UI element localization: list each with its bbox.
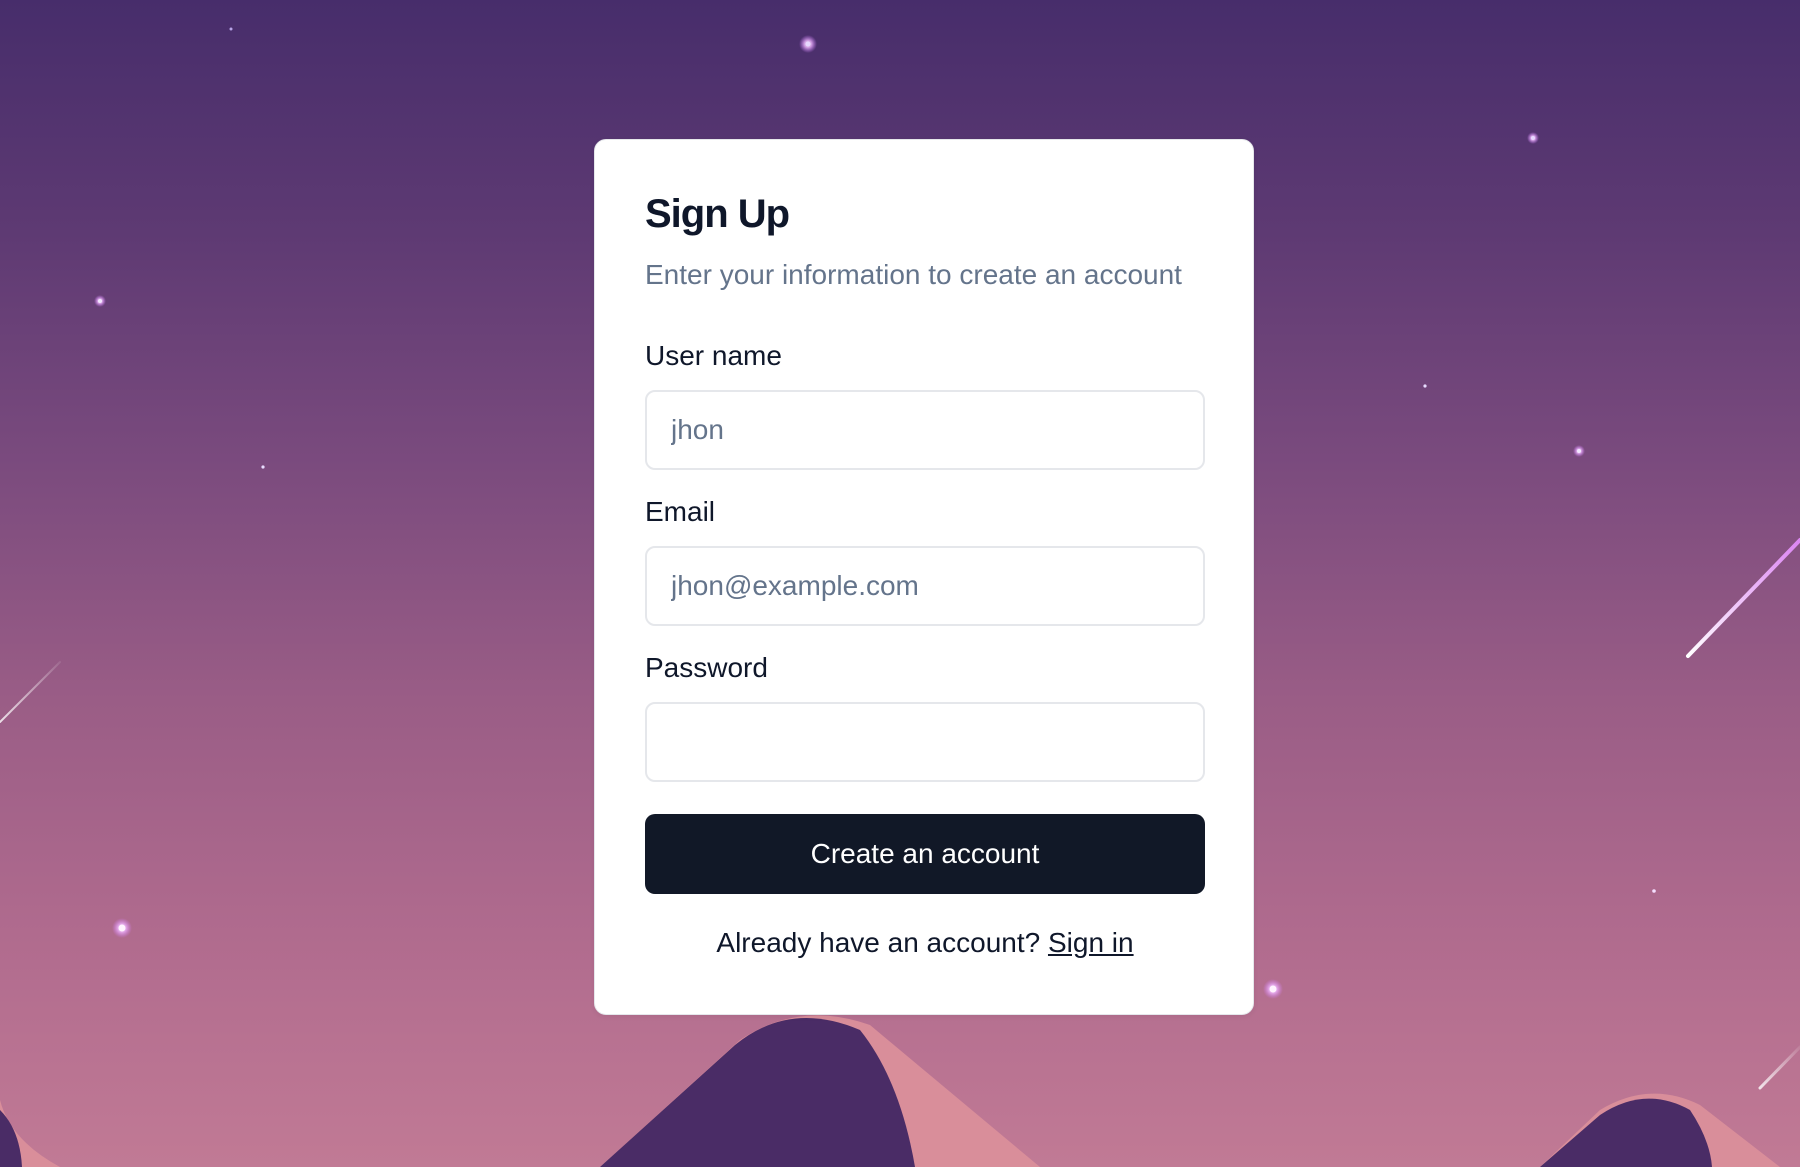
signin-row: Already have an account? Sign in [595,927,1255,959]
signin-link[interactable]: Sign in [1048,927,1134,958]
star [1423,384,1427,388]
page-title: Sign Up [645,192,790,236]
star [1531,136,1535,140]
password-label: Password [645,652,768,683]
star [261,465,265,469]
page-subtitle: Enter your information to create an acco… [645,259,1182,290]
username-label: User name [645,340,782,371]
star [1577,449,1581,453]
shooting-star [1758,1045,1800,1090]
email-input[interactable] [645,546,1205,626]
star [1652,889,1656,893]
star [118,924,126,932]
signup-card: Sign Up Enter your information to create… [594,139,1254,1015]
mountain [1540,1098,1712,1167]
shooting-star [1686,538,1800,658]
shooting-star [0,661,61,723]
star [98,299,102,303]
create-account-button[interactable]: Create an account [645,814,1205,894]
email-label: Email [645,496,716,527]
username-input[interactable] [645,390,1205,470]
star [229,27,233,31]
star [805,41,811,47]
password-input[interactable] [645,702,1205,782]
mountains [0,1015,1780,1167]
star [1269,985,1277,993]
signin-prompt: Already have an account? [716,927,1048,958]
